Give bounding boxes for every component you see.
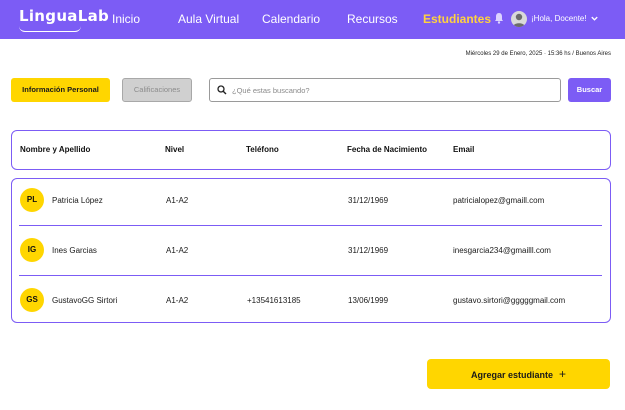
student-birthdate: 13/06/1999 [348, 296, 389, 305]
column-header-phone: Teléfono [246, 145, 279, 154]
search-icon [217, 85, 227, 95]
column-header-name: Nombre y Apellido [20, 145, 91, 154]
nav-item-estudiantes[interactable]: Estudiantes [423, 12, 491, 26]
table-row[interactable]: IG Ines Garcias A1-A2 31/12/1969 inesgar… [0, 226, 625, 274]
bell-icon[interactable] [494, 12, 504, 24]
table-row[interactable]: GS GustavoGG Sirtori A1-A2 +13541613185 … [0, 276, 625, 324]
nav-item-recursos[interactable]: Recursos [347, 12, 398, 26]
student-level: A1-A2 [166, 196, 189, 205]
student-email: patricialopez@gmaill.com [453, 196, 545, 205]
user-avatar-icon [513, 13, 525, 27]
avatar[interactable] [511, 11, 527, 27]
student-birthdate: 31/12/1969 [348, 246, 389, 255]
nav-item-calendario[interactable]: Calendario [262, 12, 320, 26]
column-header-birthdate: Fecha de Nacimiento [347, 145, 428, 154]
student-initials-avatar: PL [20, 188, 44, 212]
add-student-label: Agregar estudiante [470, 370, 553, 380]
search-input[interactable] [232, 82, 552, 98]
table-row[interactable]: PL Patricia López A1-A2 31/12/1969 patri… [0, 176, 625, 224]
column-header-level: Nivel [165, 145, 185, 154]
add-student-button[interactable]: Agregar estudiante + [427, 359, 610, 389]
student-level: A1-A2 [166, 246, 189, 255]
student-name: Ines Garcias [52, 246, 97, 255]
column-header-email: Email [453, 145, 475, 154]
user-greeting[interactable]: ¡Hola, Docente! [531, 14, 587, 23]
student-level: A1-A2 [166, 296, 189, 305]
student-birthdate: 31/12/1969 [348, 196, 389, 205]
nav-item-inicio[interactable]: Inicio [112, 12, 140, 26]
tab-informacion-personal[interactable]: Información Personal [11, 78, 110, 102]
search-box [209, 78, 561, 102]
plus-icon: + [559, 367, 567, 381]
table-header [11, 130, 611, 170]
top-navbar: LinguaLab Inicio Aula Virtual Calendario… [0, 0, 625, 39]
tab-calificaciones[interactable]: Calificaciones [122, 78, 192, 102]
current-datetime: Miércoles 29 de Enero, 2025 · 15:36 hs /… [465, 51, 611, 57]
student-initials-avatar: IG [20, 238, 44, 262]
student-name: GustavoGG Sirtori [52, 296, 118, 305]
chevron-down-icon[interactable] [590, 14, 599, 23]
student-name: Patricia López [52, 196, 103, 205]
student-initials-avatar: GS [20, 288, 44, 312]
logo-swoosh [19, 26, 81, 32]
student-email: inesgarcia234@gmailll.com [453, 246, 551, 255]
app-logo[interactable]: LinguaLab [19, 7, 109, 25]
search-button[interactable]: Buscar [568, 78, 611, 102]
nav-item-aula-virtual[interactable]: Aula Virtual [178, 12, 239, 26]
student-phone: +13541613185 [247, 296, 301, 305]
student-email: gustavo.sirtori@gggggmail.com [453, 296, 566, 305]
